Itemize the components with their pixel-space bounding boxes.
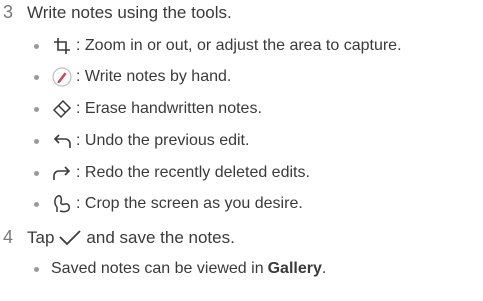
bullet-text: Saved notes can be viewed in (51, 260, 264, 277)
bullet-gallery: Saved notes can be viewed in Gallery . (34, 260, 326, 278)
checkmark-icon (59, 229, 82, 246)
bullet-text: : Redo the recently deleted edits. (76, 164, 310, 181)
bullet-dot (34, 106, 39, 112)
bullet-lasso: : Crop the screen as you desire. (34, 193, 303, 215)
bullet-pen: : Write notes by hand. (34, 66, 231, 88)
step-text: Write notes using the tools. (27, 2, 232, 22)
crop-icon (51, 35, 73, 57)
bullet-text: : Zoom in or out, or adjust the area to … (76, 37, 402, 54)
bullet-text: : Undo the previous edit. (76, 132, 250, 149)
gallery-label: Gallery (267, 260, 322, 277)
lasso-icon (51, 193, 73, 215)
step-number: 3 (3, 2, 14, 22)
bullet-text-end: . (321, 260, 327, 277)
bullet-dot (34, 170, 39, 176)
bullet-text: : Write notes by hand. (76, 68, 232, 85)
redo-icon (51, 162, 73, 184)
pen-icon (51, 66, 73, 88)
step-4: 4 Tap and save the notes. (3, 227, 235, 248)
bullet-dot (34, 74, 39, 80)
undo-icon (51, 130, 73, 152)
bullet-dot (34, 201, 39, 207)
bullet-eraser: : Erase handwritten notes. (34, 98, 262, 120)
bullet-dot (34, 138, 39, 144)
bullet-crop: : Zoom in or out, or adjust the area to … (34, 35, 402, 57)
bullet-dot (34, 266, 39, 272)
bullet-redo: : Redo the recently deleted edits. (34, 162, 310, 184)
bullet-dot (34, 43, 39, 49)
step-text-before: Tap (27, 227, 55, 247)
bullet-text: : Erase handwritten notes. (76, 100, 262, 117)
step-3: 3 Write notes using the tools. (3, 2, 232, 23)
eraser-icon (51, 98, 73, 120)
bullet-text: : Crop the screen as you desire. (76, 195, 303, 212)
step-number: 4 (3, 227, 14, 247)
step-text-after: and save the notes. (86, 227, 235, 247)
step-text: Tap and save the notes. (27, 228, 235, 248)
bullet-undo: : Undo the previous edit. (34, 130, 249, 152)
